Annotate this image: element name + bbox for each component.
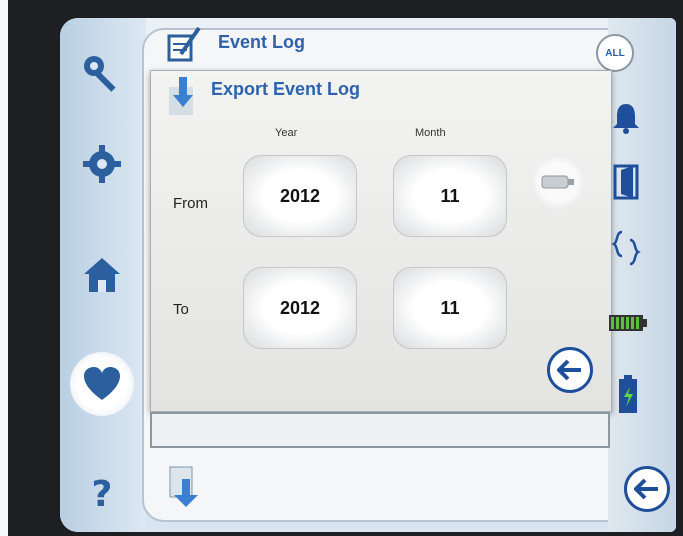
heart-icon — [84, 367, 120, 400]
battery-icon — [609, 315, 647, 331]
year-column-label: Year — [275, 127, 298, 139]
status-bar — [150, 412, 610, 448]
back-button[interactable] — [624, 466, 670, 512]
back-icon — [557, 359, 581, 381]
export-file-button[interactable] — [166, 464, 206, 510]
key-button[interactable] — [74, 46, 130, 102]
home-icon — [84, 258, 120, 292]
all-label: ALL — [605, 47, 625, 59]
braces-icon — [611, 230, 641, 266]
month-column-label: Month — [415, 127, 446, 139]
usb-export-button[interactable] — [531, 155, 585, 209]
dialog-title: Export Event Log — [211, 79, 361, 99]
right-rail — [608, 18, 676, 532]
from-row-label: From — [173, 195, 208, 212]
alarm-button[interactable] — [606, 98, 646, 138]
key-icon — [84, 56, 116, 92]
export-event-log-dialog: Export Event Log Year Month From To 2012… — [150, 70, 612, 412]
edit-log-icon — [163, 24, 203, 64]
page-title: Event Log — [218, 32, 306, 52]
export-icon — [169, 466, 198, 507]
back-icon — [634, 478, 658, 500]
settings-button[interactable] — [74, 136, 130, 192]
favorites-button[interactable] — [70, 352, 134, 416]
all-button[interactable]: ALL — [596, 34, 634, 72]
braces-button[interactable] — [606, 228, 646, 268]
left-rail: ? — [60, 18, 146, 532]
bell-icon — [613, 104, 639, 134]
home-button[interactable] — [74, 246, 130, 302]
to-month-field[interactable]: 11 — [393, 267, 507, 349]
help-button[interactable]: ? — [74, 466, 130, 522]
battery-status — [606, 308, 650, 338]
to-row-label: To — [173, 301, 189, 318]
from-year-field[interactable]: 2012 — [243, 155, 357, 237]
battery-charge-icon — [619, 375, 637, 413]
usb-icon — [541, 175, 574, 189]
charge-status — [610, 370, 646, 420]
door-icon — [613, 164, 639, 200]
gear-icon — [83, 145, 121, 183]
door-button[interactable] — [606, 160, 646, 204]
export-icon — [165, 77, 201, 119]
from-month-field[interactable]: 11 — [393, 155, 507, 237]
dialog-back-button[interactable] — [547, 347, 593, 393]
help-icon: ? — [91, 473, 113, 515]
to-year-field[interactable]: 2012 — [243, 267, 357, 349]
